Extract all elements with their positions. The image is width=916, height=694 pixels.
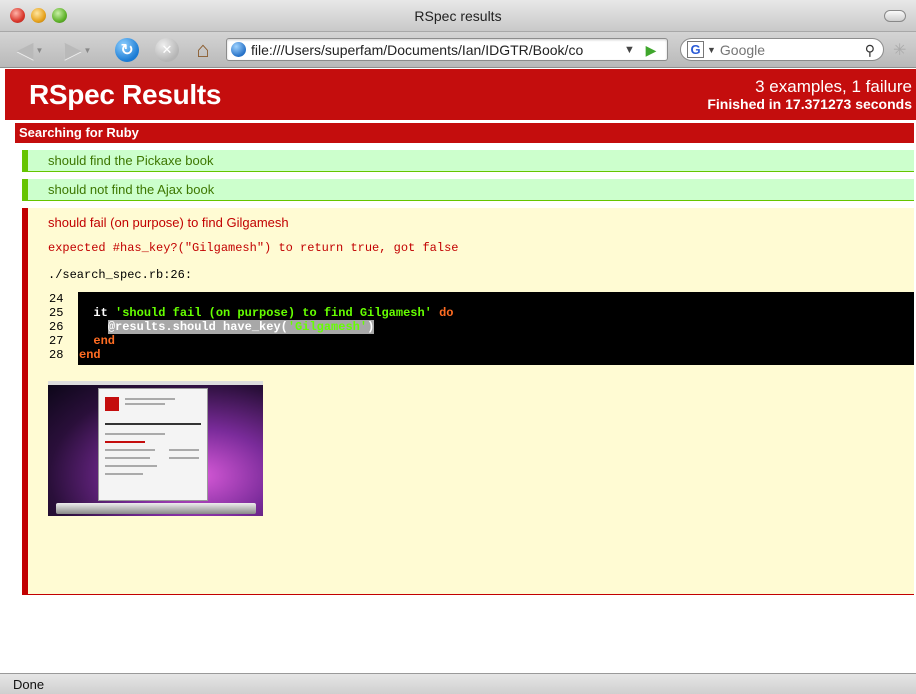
forward-history-dropdown-icon[interactable]: ▼	[84, 46, 92, 55]
example-group-title: Searching for Ruby	[15, 123, 914, 143]
forward-arrow-icon: ▶	[64, 37, 82, 62]
line-number: 24	[49, 292, 64, 306]
failure-message: expected #has_key?("Gilgamesh") to retur…	[48, 241, 459, 255]
search-input[interactable]	[719, 41, 840, 58]
search-bar: G ▼ ⚲	[680, 38, 884, 61]
line-number: 28	[49, 348, 64, 362]
loading-spinner-icon: ✳	[893, 42, 907, 59]
code-snippet: 24 25 26 27 28 it 'should fail (on purpo…	[48, 292, 914, 365]
screenshot-logo	[105, 397, 119, 411]
totals-summary: 3 examples, 1 failure	[755, 77, 912, 96]
passed-example: should not find the Ajax book	[22, 179, 914, 201]
line-number: 25	[49, 306, 64, 320]
code-text: @results.should have_key(	[107, 320, 288, 334]
url-history-dropdown-icon[interactable]: ▼	[624, 44, 635, 56]
go-arrow-icon: ▶	[645, 41, 657, 58]
reload-icon: ↻	[115, 38, 139, 62]
example-group: should find the Pickaxe book should not …	[15, 143, 914, 595]
url-text[interactable]: file:///Users/superfam/Documents/Ian/IDG…	[251, 42, 621, 58]
line-number: 26	[49, 320, 64, 334]
passed-example: should find the Pickaxe book	[22, 150, 914, 172]
duration-text: Finished in 17.371273 seconds	[707, 96, 912, 112]
code-keyword-it: it	[93, 306, 108, 320]
title-bar: RSpec results	[0, 0, 916, 32]
reload-button[interactable]: ↻	[112, 37, 142, 63]
code-keyword-end: end	[93, 334, 116, 348]
code-string: 'Gilgamesh'	[287, 320, 368, 334]
code-line-28: end	[79, 348, 101, 362]
code-line-25: it 'should fail (on purpose) to find Gil…	[79, 306, 453, 320]
offending-code: @results.should have_key('Gilgamesh')	[107, 320, 375, 334]
home-icon: ⌂	[196, 37, 210, 62]
code-keyword-end: end	[79, 348, 101, 362]
failed-example: should fail (on purpose) to find Gilgame…	[22, 208, 914, 595]
rspec-header: RSpec Results 3 examples, 1 failure Fini…	[5, 69, 916, 120]
search-engine-dropdown-icon[interactable]: ▼	[707, 45, 716, 55]
go-button[interactable]: ▶	[640, 40, 662, 60]
address-bar[interactable]: file:///Users/superfam/Documents/Ian/IDG…	[226, 38, 668, 61]
code-text: )	[367, 320, 375, 334]
line-number: 27	[49, 334, 64, 348]
code-line-27: end	[79, 334, 115, 348]
screenshot-menubar	[48, 381, 263, 385]
failure-screenshot-thumbnail[interactable]	[48, 381, 263, 516]
code-string: 'should fail (on purpose) to find Gilgam…	[115, 306, 432, 320]
page-title: RSpec Results	[29, 79, 222, 110]
home-button[interactable]: ⌂	[188, 37, 218, 63]
duration-value: 17.371273 seconds	[785, 96, 912, 112]
toolbar-toggle-button[interactable]	[884, 10, 906, 22]
stop-icon: ✕	[155, 38, 179, 62]
screenshot-browser-window	[98, 388, 208, 501]
backtrace-line: ./search_spec.rb:26:	[48, 268, 193, 282]
page-content: RSpec Results 3 examples, 1 failure Fini…	[0, 69, 916, 673]
failed-example-description: should fail (on purpose) to find Gilgame…	[48, 215, 289, 230]
magnifier-icon[interactable]: ⚲	[865, 42, 875, 59]
line-numbers: 24 25 26 27 28	[48, 292, 78, 365]
back-history-dropdown-icon[interactable]: ▼	[36, 46, 44, 55]
back-button[interactable]: ◀ ▼	[10, 37, 50, 63]
code-keyword-do: do	[439, 306, 454, 320]
status-bar: Done	[0, 673, 916, 694]
stop-button[interactable]: ✕	[152, 37, 182, 63]
back-arrow-icon: ◀	[16, 37, 34, 62]
google-engine-icon[interactable]: G	[687, 41, 704, 58]
code-line-26: @results.should have_key('Gilgamesh')	[79, 320, 375, 334]
forward-button[interactable]: ▶ ▼	[58, 37, 98, 63]
screenshot-dock	[56, 503, 256, 514]
duration-prefix: Finished in	[707, 96, 786, 112]
globe-icon	[231, 42, 246, 57]
window-title: RSpec results	[414, 8, 502, 24]
